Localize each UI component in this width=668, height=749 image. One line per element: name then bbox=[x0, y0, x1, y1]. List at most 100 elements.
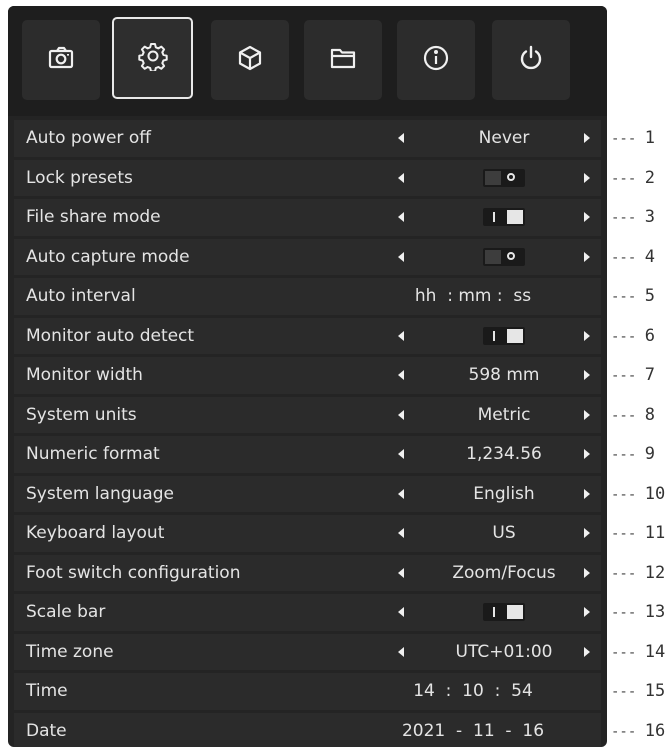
setting-label: Numeric format bbox=[26, 444, 160, 464]
setting-row[interactable]: Time 14 : 10 : 54 bbox=[14, 673, 601, 710]
callout-label: --- 12 bbox=[611, 562, 666, 583]
folder-icon bbox=[328, 43, 358, 77]
callout-label: --- 4 bbox=[611, 246, 655, 267]
arrow-left-icon[interactable] bbox=[398, 330, 404, 341]
callout-number: 1 bbox=[644, 128, 655, 148]
cube-icon bbox=[235, 43, 265, 77]
toggle-switch[interactable] bbox=[483, 208, 525, 226]
arrow-left-icon[interactable] bbox=[398, 409, 404, 420]
select-value: English bbox=[473, 483, 535, 504]
setting-row[interactable]: System language English bbox=[14, 475, 601, 512]
callout-number: 9 bbox=[644, 444, 655, 464]
setting-label: Monitor auto detect bbox=[26, 325, 195, 346]
toggle-wrapper bbox=[419, 594, 589, 631]
arrow-left-icon[interactable] bbox=[398, 212, 404, 222]
select-value: 1,234.56 bbox=[466, 444, 542, 464]
setting-label: Monitor width bbox=[26, 365, 143, 385]
toggle-switch[interactable] bbox=[483, 603, 525, 621]
info-icon bbox=[421, 43, 451, 77]
tab-gear[interactable] bbox=[112, 17, 193, 99]
time-field[interactable]: hh : mm : ss bbox=[354, 278, 592, 315]
callout-number: 16 bbox=[644, 720, 666, 741]
setting-row[interactable]: Auto capture mode bbox=[14, 238, 601, 275]
select-value: Never bbox=[478, 128, 530, 148]
tab-camera[interactable] bbox=[22, 20, 100, 100]
callout-number: 15 bbox=[644, 681, 666, 701]
arrow-left-icon[interactable] bbox=[398, 646, 404, 657]
setting-row[interactable]: System units Metric bbox=[14, 396, 601, 433]
toggle-switch[interactable] bbox=[483, 247, 525, 266]
callout-number: 13 bbox=[644, 602, 666, 622]
callout-label: --- 1 bbox=[611, 128, 655, 148]
callout-label: --- 7 bbox=[611, 365, 655, 385]
arrow-left-icon[interactable] bbox=[398, 449, 404, 459]
setting-row[interactable]: Date 2021 - 11 - 16 bbox=[14, 712, 601, 748]
gear-icon bbox=[137, 41, 168, 75]
callout-label: --- 2 bbox=[611, 167, 655, 188]
callout-number: 6 bbox=[644, 325, 655, 346]
setting-row[interactable]: Monitor auto detect bbox=[14, 317, 601, 354]
callout-number: 2 bbox=[644, 167, 655, 188]
settings-list: Auto power off Never Lock presets File shar… bbox=[14, 120, 601, 747]
setting-row[interactable]: Keyboard layout US bbox=[14, 515, 601, 552]
arrow-left-icon[interactable] bbox=[398, 133, 404, 143]
arrow-left-icon[interactable] bbox=[398, 488, 404, 499]
arrow-left-icon[interactable] bbox=[398, 172, 404, 183]
toggle-switch[interactable] bbox=[483, 326, 525, 345]
setting-row[interactable]: Lock presets bbox=[14, 159, 601, 197]
setting-row[interactable]: Auto interval hh : mm : ss bbox=[14, 278, 601, 315]
callout-label: --- 13 bbox=[611, 602, 666, 622]
callout-number: 11 bbox=[644, 523, 666, 543]
time-field[interactable]: 14 : 10 : 54 bbox=[354, 673, 592, 710]
tab-bar bbox=[8, 6, 607, 116]
select-value: US bbox=[492, 523, 516, 543]
select-value: Zoom/Focus bbox=[452, 562, 556, 583]
toggle-wrapper bbox=[419, 199, 589, 236]
setting-label: File share mode bbox=[26, 207, 161, 227]
time-field[interactable]: 2021 - 11 - 16 bbox=[354, 713, 592, 748]
setting-row[interactable]: Monitor width 598 mm bbox=[14, 357, 601, 394]
callout-label: --- 3 bbox=[611, 207, 655, 227]
camera-icon bbox=[46, 43, 76, 77]
tab-power[interactable] bbox=[492, 20, 570, 100]
arrow-left-icon[interactable] bbox=[398, 607, 404, 617]
tab-folder[interactable] bbox=[304, 20, 382, 100]
setting-label: Auto power off bbox=[26, 128, 151, 148]
arrow-left-icon[interactable] bbox=[398, 370, 404, 380]
select-value: 598 mm bbox=[468, 365, 540, 385]
callout-label: --- 16 bbox=[611, 720, 666, 741]
select-value: UTC+01:00 bbox=[455, 641, 553, 662]
setting-row[interactable]: Time zone UTC+01:00 bbox=[14, 633, 601, 670]
callout-label: --- 15 bbox=[611, 681, 666, 701]
arrow-left-icon[interactable] bbox=[398, 528, 404, 538]
tab-info[interactable] bbox=[397, 20, 475, 100]
setting-label: Lock presets bbox=[26, 167, 133, 188]
setting-label: Time zone bbox=[26, 641, 114, 662]
callout-label: --- 14 bbox=[611, 641, 666, 662]
callout-label: --- 11 bbox=[611, 523, 666, 543]
setting-row[interactable]: Auto power off Never bbox=[14, 120, 601, 157]
callout-number: 3 bbox=[644, 207, 655, 227]
callout-number: 8 bbox=[644, 404, 655, 425]
toggle-switch[interactable] bbox=[483, 168, 525, 187]
setting-row[interactable]: File share mode bbox=[14, 199, 601, 236]
setting-label: Date bbox=[26, 720, 67, 741]
callout-number: 7 bbox=[644, 365, 655, 385]
callout-number: 4 bbox=[644, 246, 655, 267]
arrow-left-icon[interactable] bbox=[398, 567, 404, 578]
settings-panel: Auto power off Never Lock presets File shar… bbox=[8, 6, 607, 747]
setting-label: Auto capture mode bbox=[26, 246, 190, 267]
tab-cube[interactable] bbox=[211, 20, 289, 100]
setting-label: System language bbox=[26, 483, 174, 504]
setting-row[interactable]: Numeric format 1,234.56 bbox=[14, 436, 601, 473]
arrow-left-icon[interactable] bbox=[398, 251, 404, 262]
toggle-wrapper bbox=[419, 160, 589, 197]
callout-label: --- 10 bbox=[611, 483, 666, 504]
callout-label: --- 9 bbox=[611, 444, 655, 464]
setting-row[interactable]: Scale bar bbox=[14, 594, 601, 631]
callout-number: 10 bbox=[644, 483, 666, 504]
callout-label: --- 6 bbox=[611, 325, 655, 346]
callout-number: 14 bbox=[644, 641, 666, 662]
setting-label: Scale bar bbox=[26, 602, 106, 622]
setting-row[interactable]: Foot switch configuration Zoom/Focus bbox=[14, 554, 601, 591]
